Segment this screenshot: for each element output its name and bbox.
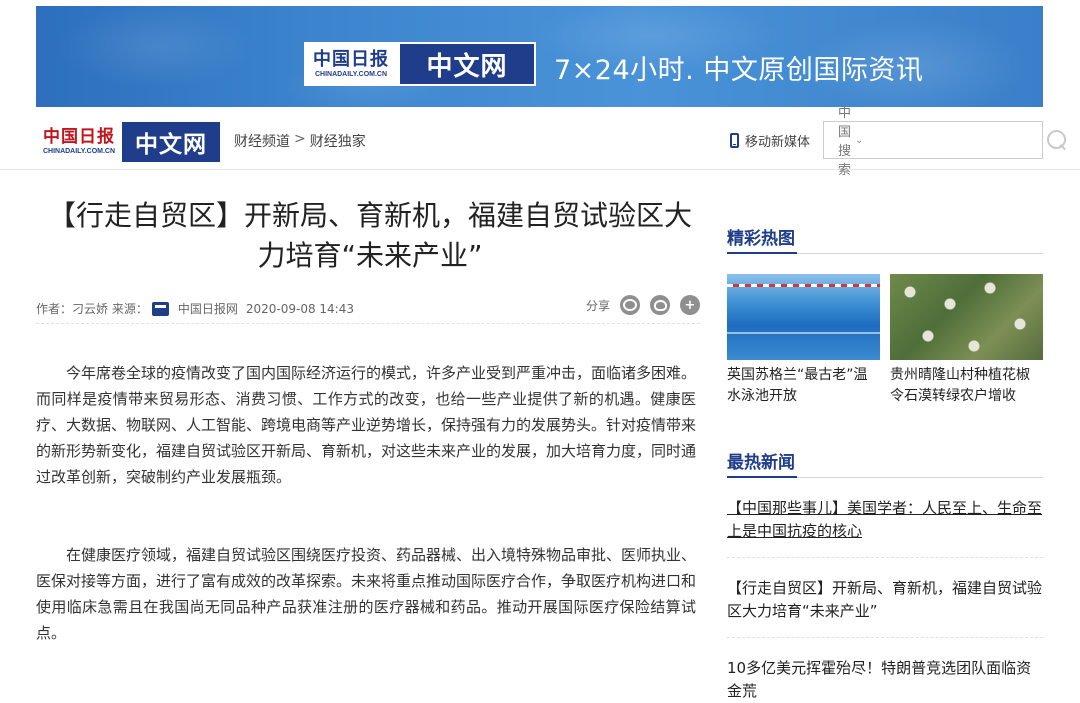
banner-logo[interactable]: 中国日报 CHINADAILY.COM.CN 中文网: [304, 42, 536, 86]
chevron-down-icon: ⌄: [855, 134, 864, 146]
chinadaily-logo-mark: 中国日报 CHINADAILY.COM.CN: [36, 122, 122, 162]
photo-caption[interactable]: 英国苏格兰“最古老”温水泳池开放: [727, 365, 880, 407]
breadcrumb-finance-channel[interactable]: 财经频道: [234, 131, 290, 151]
photo-caption[interactable]: 贵州晴隆山村种植花椒令石漠转绿农户增收: [890, 365, 1043, 407]
chinadaily-logo-mark: 中国日报 CHINADAILY.COM.CN: [304, 42, 398, 86]
search-input[interactable]: [863, 125, 1040, 155]
featured-photos-heading: 精彩热图: [727, 224, 1043, 254]
phone-icon: [730, 133, 739, 148]
breadcrumb-finance-exclusive[interactable]: 财经独家: [310, 131, 366, 151]
source-name[interactable]: 中国日报网: [178, 300, 238, 317]
breadcrumb: 财经频道 > 财经独家: [234, 131, 366, 151]
article-paragraph: 今年席卷全球的疫情改变了国内国际经济运行的模式，许多产业受到严重冲击，面临诸多困…: [36, 364, 697, 486]
top-banner[interactable]: 中国日报 CHINADAILY.COM.CN 中文网 7×24小时. 中文原创国…: [36, 6, 1043, 107]
weibo-share-icon[interactable]: [650, 295, 670, 315]
site-logo[interactable]: 中国日报 CHINADAILY.COM.CN 中文网: [36, 122, 220, 162]
source-logo-icon: [151, 301, 169, 316]
mobile-media-label: 移动新媒体: [745, 135, 811, 150]
search-engine-select[interactable]: 中国搜索 ⌄: [824, 102, 863, 178]
share-bar: 分享 +: [586, 294, 700, 316]
search-engine-label: 中国搜索: [838, 106, 852, 178]
photo-swimming-pool[interactable]: [727, 274, 880, 360]
author-label: 作者：刁云娇 来源：: [36, 302, 148, 316]
hot-news-heading: 最热新闻: [727, 448, 1043, 478]
divider: [727, 557, 1043, 558]
more-share-icon[interactable]: +: [680, 295, 700, 315]
wechat-share-icon[interactable]: [620, 295, 640, 315]
divider: [727, 637, 1043, 638]
search-box: 中国搜索 ⌄: [823, 106, 1063, 178]
publish-datetime: 2020-09-08 14:43: [245, 301, 354, 316]
hot-news-item[interactable]: 10多亿美元挥霍殆尽！特朗普竞选团队面临资金荒: [727, 657, 1043, 703]
hot-news-item[interactable]: 【中国那些事儿】美国学者：人民至上、生命至上是中国抗疫的核心: [727, 497, 1043, 543]
mobile-media-link[interactable]: 移动新媒体: [730, 131, 810, 150]
logo-en-text: CHINADAILY.COM.CN: [314, 70, 388, 78]
logo-en-text: CHINADAILY.COM.CN: [42, 148, 116, 155]
logo-zw-text: 中文网: [122, 122, 220, 162]
featured-photos-title[interactable]: 精彩热图: [727, 224, 797, 254]
hot-news-item[interactable]: 【行走自贸区】开新局、育新机，福建自贸试验区大力培育“未来产业”: [727, 577, 1043, 623]
search-icon[interactable]: [1039, 122, 1063, 158]
article-title: 【行走自贸区】开新局、育新机，福建自贸试验区大力培育“未来产业”: [47, 199, 692, 272]
article-meta: 作者：刁云娇 来源： 中国日报网 2020-09-08 14:43 分享 +: [36, 294, 700, 324]
logo-zw-text: 中文网: [398, 42, 536, 86]
logo-cn-text: 中国日报: [43, 127, 115, 147]
share-label: 分享: [585, 298, 610, 313]
breadcrumb-separator: >: [294, 131, 306, 147]
article-paragraph: 在健康医疗领域，福建自贸试验区围绕医疗投资、药品器械、出入境特殊物品审批、医师执…: [36, 546, 697, 642]
photo-pepper-field[interactable]: [890, 274, 1043, 360]
hot-news-title[interactable]: 最热新闻: [727, 448, 797, 478]
logo-cn-text: 中国日报: [313, 48, 389, 70]
banner-slogan: 7×24小时. 中文原创国际资讯: [554, 55, 924, 86]
